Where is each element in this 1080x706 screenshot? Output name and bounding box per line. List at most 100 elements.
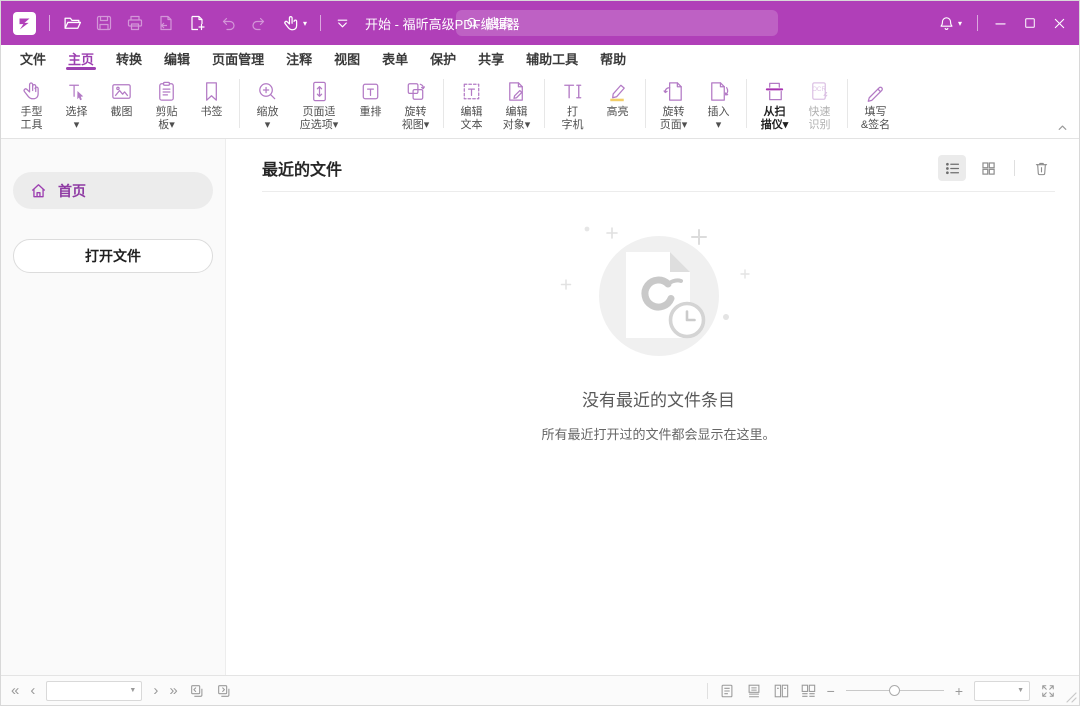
zoom-level-combobox[interactable]: ▼ xyxy=(974,681,1030,701)
hand-dropdown-caret: ▾ xyxy=(303,19,307,28)
snapshot-icon xyxy=(109,77,134,106)
rotate-pages-icon xyxy=(661,77,686,106)
ribbon-item-bookmark[interactable]: 书签 xyxy=(189,74,234,136)
empty-state: 没有最近的文件条目 所有最近打开过的文件都会显示在这里。 xyxy=(262,210,1055,443)
list-view-icon xyxy=(944,160,961,177)
single-page-view-button[interactable] xyxy=(719,683,735,699)
maximize-button[interactable] xyxy=(1023,16,1037,30)
search-icon xyxy=(466,16,479,30)
ribbon-item-highlight[interactable]: 高亮 xyxy=(595,74,640,136)
ribbon-item-edit-text[interactable]: 编辑 文本 xyxy=(449,74,494,136)
grid-view-icon xyxy=(980,160,997,177)
redo-icon[interactable] xyxy=(250,14,268,32)
tab-help[interactable]: 帮助 xyxy=(589,45,637,71)
next-page-button[interactable]: › xyxy=(153,683,158,698)
empty-state-subtitle: 所有最近打开过的文件都会显示在这里。 xyxy=(541,424,775,443)
ribbon-group-separator xyxy=(746,79,747,128)
ribbon-item-fill-sign[interactable]: 填写 &签名 xyxy=(853,74,898,136)
ribbon-item-label: 识别 xyxy=(809,119,831,132)
ribbon-item-label: 描仪▾ xyxy=(761,119,789,132)
undo-icon[interactable] xyxy=(219,14,237,32)
tab-accessibility[interactable]: 辅助工具 xyxy=(515,45,589,71)
tab-home[interactable]: 主页 xyxy=(57,45,105,71)
ribbon-item-from-scanner[interactable]: 从扫 描仪▾ xyxy=(752,74,797,136)
tab-page-organize[interactable]: 页面管理 xyxy=(201,45,275,71)
ribbon-group-separator xyxy=(847,79,848,128)
print-icon[interactable] xyxy=(126,14,144,32)
tab-view[interactable]: 视图 xyxy=(323,45,371,71)
ribbon-item-typewriter[interactable]: 打 字机 xyxy=(550,74,595,136)
notifications-bell-icon[interactable]: ▾ xyxy=(938,15,962,32)
ribbon-item-select[interactable]: 选择 ▾ xyxy=(54,74,99,136)
last-page-button[interactable]: » xyxy=(169,683,177,698)
hand-gesture-icon[interactable]: ▾ xyxy=(281,14,307,33)
sidebar-item-home[interactable]: 首页 xyxy=(13,172,213,209)
zoom-in-button[interactable]: + xyxy=(955,683,963,699)
fullscreen-button[interactable] xyxy=(1041,684,1055,698)
ribbon-group-separator xyxy=(544,79,545,128)
ribbon-item-insert[interactable]: 插入 ▾ xyxy=(696,74,741,136)
grid-view-button[interactable] xyxy=(974,155,1002,181)
tab-edit[interactable]: 编辑 xyxy=(153,45,201,71)
fit-page-icon xyxy=(307,77,332,106)
continuous-page-view-button[interactable] xyxy=(746,683,762,699)
open-file-button[interactable]: 打开文件 xyxy=(13,239,213,273)
tab-share[interactable]: 共享 xyxy=(467,45,515,71)
zoom-slider[interactable] xyxy=(846,684,944,698)
window-resize-grip[interactable] xyxy=(1062,688,1078,704)
ribbon-item-label: 对象▾ xyxy=(503,119,531,132)
search-input[interactable] xyxy=(486,16,768,31)
titlebar-separator xyxy=(49,15,50,31)
zoom-out-button[interactable]: − xyxy=(827,683,835,699)
ribbon-item-hand-tool[interactable]: 手型 工具 xyxy=(9,74,54,136)
open-file-icon[interactable] xyxy=(63,14,82,33)
ribbon-item-fit-page-options[interactable]: 页面适 应选项▾ xyxy=(290,74,348,136)
bookmark-icon xyxy=(199,77,224,106)
ribbon-tab-bar: 文件 主页 转换 编辑 页面管理 注释 视图 表单 保护 共享 辅助工具 帮助 xyxy=(1,45,1079,71)
ribbon-item-reflow[interactable]: 重排 xyxy=(348,74,393,136)
clear-recent-button[interactable] xyxy=(1027,155,1055,181)
facing-page-icon xyxy=(773,683,789,699)
previous-view-button[interactable] xyxy=(189,683,205,699)
facing-page-view-button[interactable] xyxy=(773,683,789,699)
search-box[interactable] xyxy=(456,10,778,36)
ribbon-item-zoom[interactable]: 缩放 ▾ xyxy=(245,74,290,136)
previous-page-button[interactable]: ‹ xyxy=(30,683,35,698)
minimize-button[interactable] xyxy=(993,16,1008,31)
next-view-button[interactable] xyxy=(216,683,232,699)
ribbon-item-quick-ocr[interactable]: OCR 快速 识别 xyxy=(797,74,842,136)
first-page-button[interactable]: « xyxy=(11,683,19,698)
list-view-button[interactable] xyxy=(938,155,966,181)
previous-view-icon xyxy=(189,683,205,699)
next-view-icon xyxy=(216,683,232,699)
tab-comment[interactable]: 注释 xyxy=(275,45,323,71)
save-icon[interactable] xyxy=(95,14,113,32)
ribbon-item-edit-object[interactable]: 编辑 对象▾ xyxy=(494,74,539,136)
recent-files-title: 最近的文件 xyxy=(262,156,342,180)
zoom-slider-handle[interactable] xyxy=(889,685,900,696)
export-page-icon[interactable] xyxy=(157,14,175,32)
ribbon-item-label: 板▾ xyxy=(158,119,175,132)
collapse-toolbar-icon[interactable] xyxy=(334,15,351,32)
ribbon-item-rotate-view[interactable]: 旋转 视图▾ xyxy=(393,74,438,136)
tab-file[interactable]: 文件 xyxy=(9,45,57,71)
collapse-ribbon-button[interactable] xyxy=(1056,121,1069,134)
ribbon-item-label: 重排 xyxy=(360,106,382,119)
create-pdf-icon[interactable] xyxy=(188,14,206,32)
ribbon-item-rotate-pages[interactable]: 旋转 页面▾ xyxy=(651,74,696,136)
view-tools-separator xyxy=(1014,160,1015,176)
tab-convert[interactable]: 转换 xyxy=(105,45,153,71)
facing-continuous-icon xyxy=(800,683,816,699)
close-button[interactable] xyxy=(1052,16,1067,31)
insert-page-icon xyxy=(706,77,731,106)
tab-protect[interactable]: 保护 xyxy=(419,45,467,71)
ocr-icon: OCR xyxy=(807,77,832,106)
tab-form[interactable]: 表单 xyxy=(371,45,419,71)
ribbon-group-separator xyxy=(645,79,646,128)
facing-continuous-view-button[interactable] xyxy=(800,683,816,699)
ribbon-item-label: 编辑 xyxy=(506,106,528,119)
recent-files-panel: 最近的文件 xyxy=(226,139,1079,675)
ribbon-item-snapshot[interactable]: 截图 xyxy=(99,74,144,136)
ribbon-item-clipboard[interactable]: 剪贴 板▾ xyxy=(144,74,189,136)
page-number-combobox[interactable]: ▼ xyxy=(46,681,142,701)
